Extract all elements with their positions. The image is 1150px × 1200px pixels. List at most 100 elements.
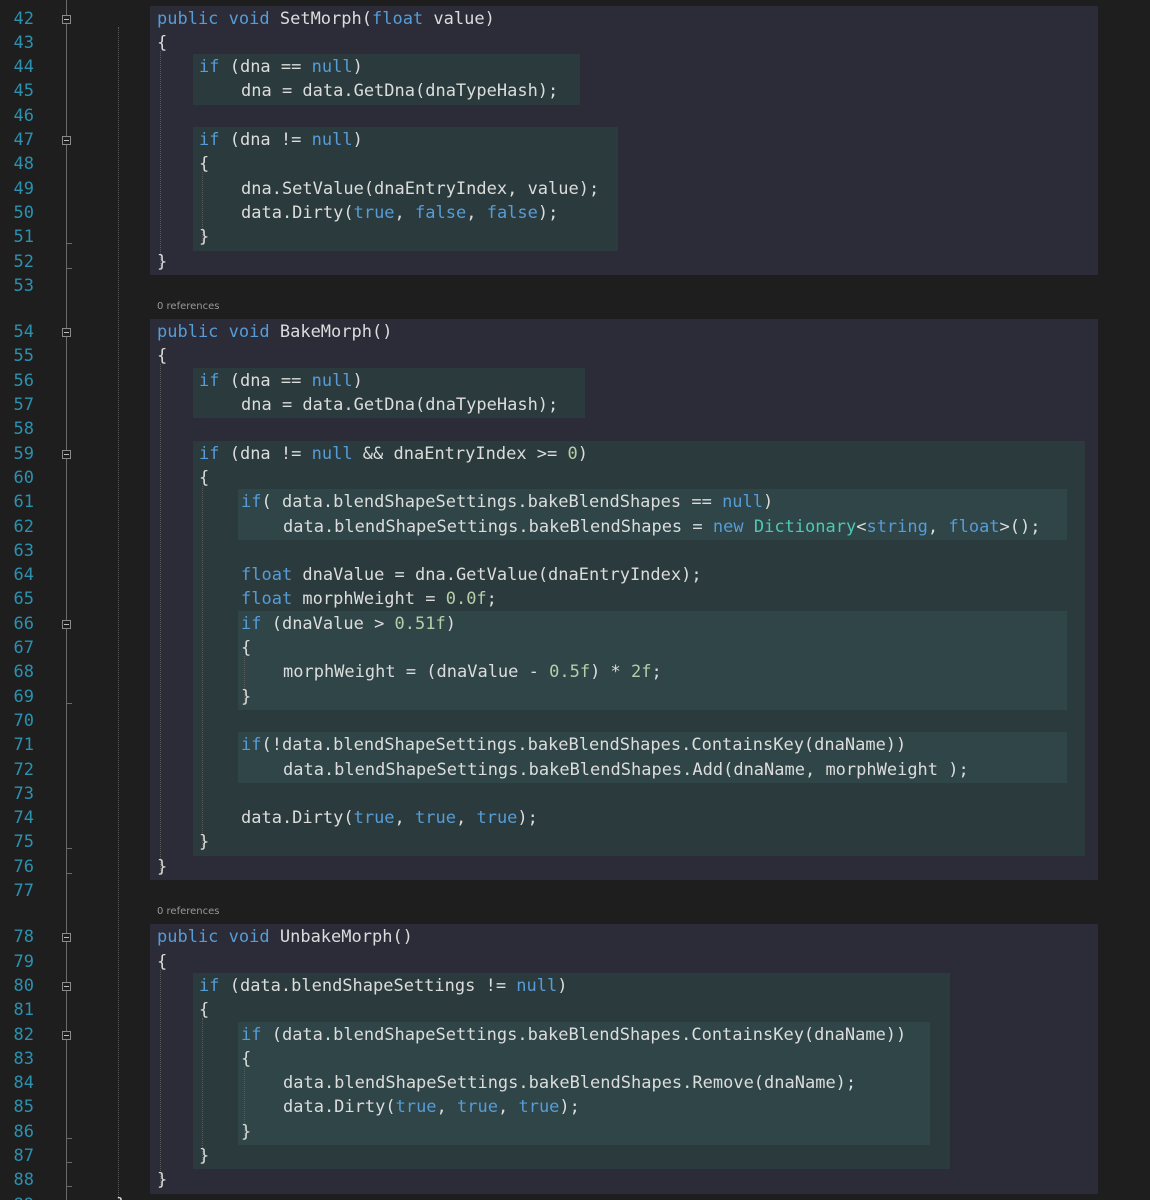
line-number: 79 <box>13 951 34 972</box>
code-line[interactable]: dna = data.GetDna(dnaTypeHash); <box>241 393 558 417</box>
line-number: 56 <box>13 370 34 391</box>
code-line[interactable]: } <box>199 225 209 249</box>
line-number: 73 <box>13 783 34 804</box>
code-line[interactable]: } <box>157 855 167 879</box>
code-line[interactable]: public void BakeMorph() <box>157 320 392 344</box>
code-line[interactable]: { <box>199 998 209 1022</box>
collapse-minus-icon[interactable] <box>62 449 71 459</box>
code-line[interactable]: float dnaValue = dna.GetValue(dnaEntryIn… <box>241 563 702 587</box>
line-number: 81 <box>13 1000 34 1021</box>
code-token: } <box>157 856 168 877</box>
code-line[interactable]: dna = data.GetDna(dnaTypeHash); <box>241 79 558 103</box>
code-line[interactable]: } <box>199 830 209 854</box>
code-line[interactable]: public void UnbakeMorph() <box>157 925 413 949</box>
code-line[interactable]: } <box>116 1193 126 1200</box>
collapse-minus-icon[interactable] <box>62 1030 71 1040</box>
code-line[interactable]: { <box>157 950 167 974</box>
keyword-token: if <box>199 370 220 391</box>
code-line[interactable]: float morphWeight = 0.0f; <box>241 587 497 611</box>
outline-end-tick <box>66 267 72 269</box>
indent-guide <box>118 26 119 1200</box>
code-line[interactable]: if(!data.blendShapeSettings.bakeBlendSha… <box>241 733 906 757</box>
number-token: 0.0f <box>445 589 487 610</box>
code-line[interactable]: public void SetMorph(float value) <box>157 7 495 31</box>
keyword-token: true <box>476 808 518 829</box>
code-line[interactable]: if (data.blendShapeSettings.bakeBlendSha… <box>241 1023 906 1047</box>
code-token: (dna == <box>219 57 312 78</box>
line-number: 55 <box>13 346 34 367</box>
code-line[interactable]: { <box>241 636 251 660</box>
code-line[interactable]: if (dna != null) <box>199 128 363 152</box>
line-number: 53 <box>13 275 34 296</box>
code-line[interactable]: if (data.blendShapeSettings != null) <box>199 974 568 998</box>
code-line[interactable]: } <box>199 1144 209 1168</box>
line-number: 58 <box>13 419 34 440</box>
keyword-token: void <box>228 322 270 343</box>
keyword-token: true <box>518 1097 560 1118</box>
code-token: } <box>157 1170 168 1191</box>
outline-end-tick <box>66 702 72 704</box>
code-line[interactable]: data.Dirty(true, true, true); <box>283 1095 580 1119</box>
line-number: 62 <box>13 516 34 537</box>
code-line[interactable]: data.blendShapeSettings.bakeBlendShapes.… <box>283 758 969 782</box>
code-line[interactable]: data.Dirty(true, true, true); <box>241 806 538 830</box>
code-line[interactable]: } <box>241 685 251 709</box>
code-line[interactable]: data.blendShapeSettings.bakeBlendShapes.… <box>283 1071 856 1095</box>
code-token: data.blendShapeSettings.bakeBlendShapes.… <box>283 759 969 780</box>
code-token: dna.SetValue(dnaEntryIndex, value); <box>241 178 600 199</box>
code-line[interactable]: if (dna == null) <box>199 369 363 393</box>
number-token: 0 <box>567 443 578 464</box>
code-token: { <box>199 154 210 175</box>
collapse-minus-icon[interactable] <box>62 328 71 338</box>
indent-guide <box>160 364 161 873</box>
code-token: (!data.blendShapeSettings.bakeBlendShape… <box>261 735 907 756</box>
collapse-minus-icon[interactable] <box>62 933 71 943</box>
code-line[interactable]: { <box>241 1047 251 1071</box>
code-token: { <box>157 32 168 53</box>
line-number: 43 <box>13 32 34 53</box>
line-number: 68 <box>13 662 34 683</box>
line-number: 44 <box>13 57 34 78</box>
code-line[interactable]: } <box>157 1168 167 1192</box>
keyword-token: null <box>311 57 353 78</box>
code-token: BakeMorph() <box>269 322 393 343</box>
keyword-token: void <box>228 927 270 948</box>
code-token: data.blendShapeSettings.bakeBlendShapes.… <box>283 1073 857 1094</box>
code-line[interactable]: dna.SetValue(dnaEntryIndex, value); <box>241 177 599 201</box>
code-line[interactable]: } <box>241 1120 251 1144</box>
code-line[interactable]: data.blendShapeSettings.bakeBlendShapes … <box>283 515 1041 539</box>
code-line[interactable]: morphWeight = (dnaValue - 0.5f) * 2f; <box>283 660 662 684</box>
line-number: 86 <box>13 1121 34 1142</box>
collapse-minus-icon[interactable] <box>62 136 71 145</box>
line-number: 87 <box>13 1146 34 1166</box>
collapse-minus-icon[interactable] <box>62 14 71 24</box>
keyword-token: null <box>722 492 764 513</box>
code-line[interactable]: { <box>157 344 167 368</box>
codelens-references-link[interactable]: 0 references <box>157 906 220 918</box>
keyword-token: false <box>486 202 538 223</box>
code-line[interactable]: { <box>157 31 167 55</box>
codelens-references-link[interactable]: 0 references <box>157 301 220 313</box>
line-number: 45 <box>13 81 34 102</box>
collapse-minus-icon[interactable] <box>62 981 71 991</box>
line-number: 85 <box>13 1097 34 1118</box>
number-token: 2f <box>631 662 652 683</box>
code-line[interactable]: { <box>199 466 209 490</box>
code-line[interactable]: if (dna != null && dnaEntryIndex >= 0) <box>199 442 588 466</box>
code-token: ) * <box>590 662 632 683</box>
code-line[interactable]: if (dnaValue > 0.51f) <box>241 612 456 636</box>
code-line[interactable]: } <box>157 250 167 274</box>
keyword-token: if <box>199 57 220 78</box>
code-token: >(); <box>999 516 1041 537</box>
line-number: 83 <box>13 1048 34 1069</box>
code-editor[interactable]: 42 43 44 45 46 47 48 49 50 51 52 53 54 55 56 57 58 59 60 61… <box>0 0 1150 1200</box>
collapse-minus-icon[interactable] <box>62 619 71 629</box>
indent-guide <box>160 50 161 268</box>
code-line[interactable]: if (dna == null) <box>199 55 363 79</box>
code-token: } <box>241 1121 252 1142</box>
code-line[interactable]: if( data.blendShapeSettings.bakeBlendSha… <box>241 490 773 514</box>
code-line[interactable]: { <box>199 152 209 176</box>
code-line[interactable]: data.Dirty(true, false, false); <box>241 201 558 225</box>
